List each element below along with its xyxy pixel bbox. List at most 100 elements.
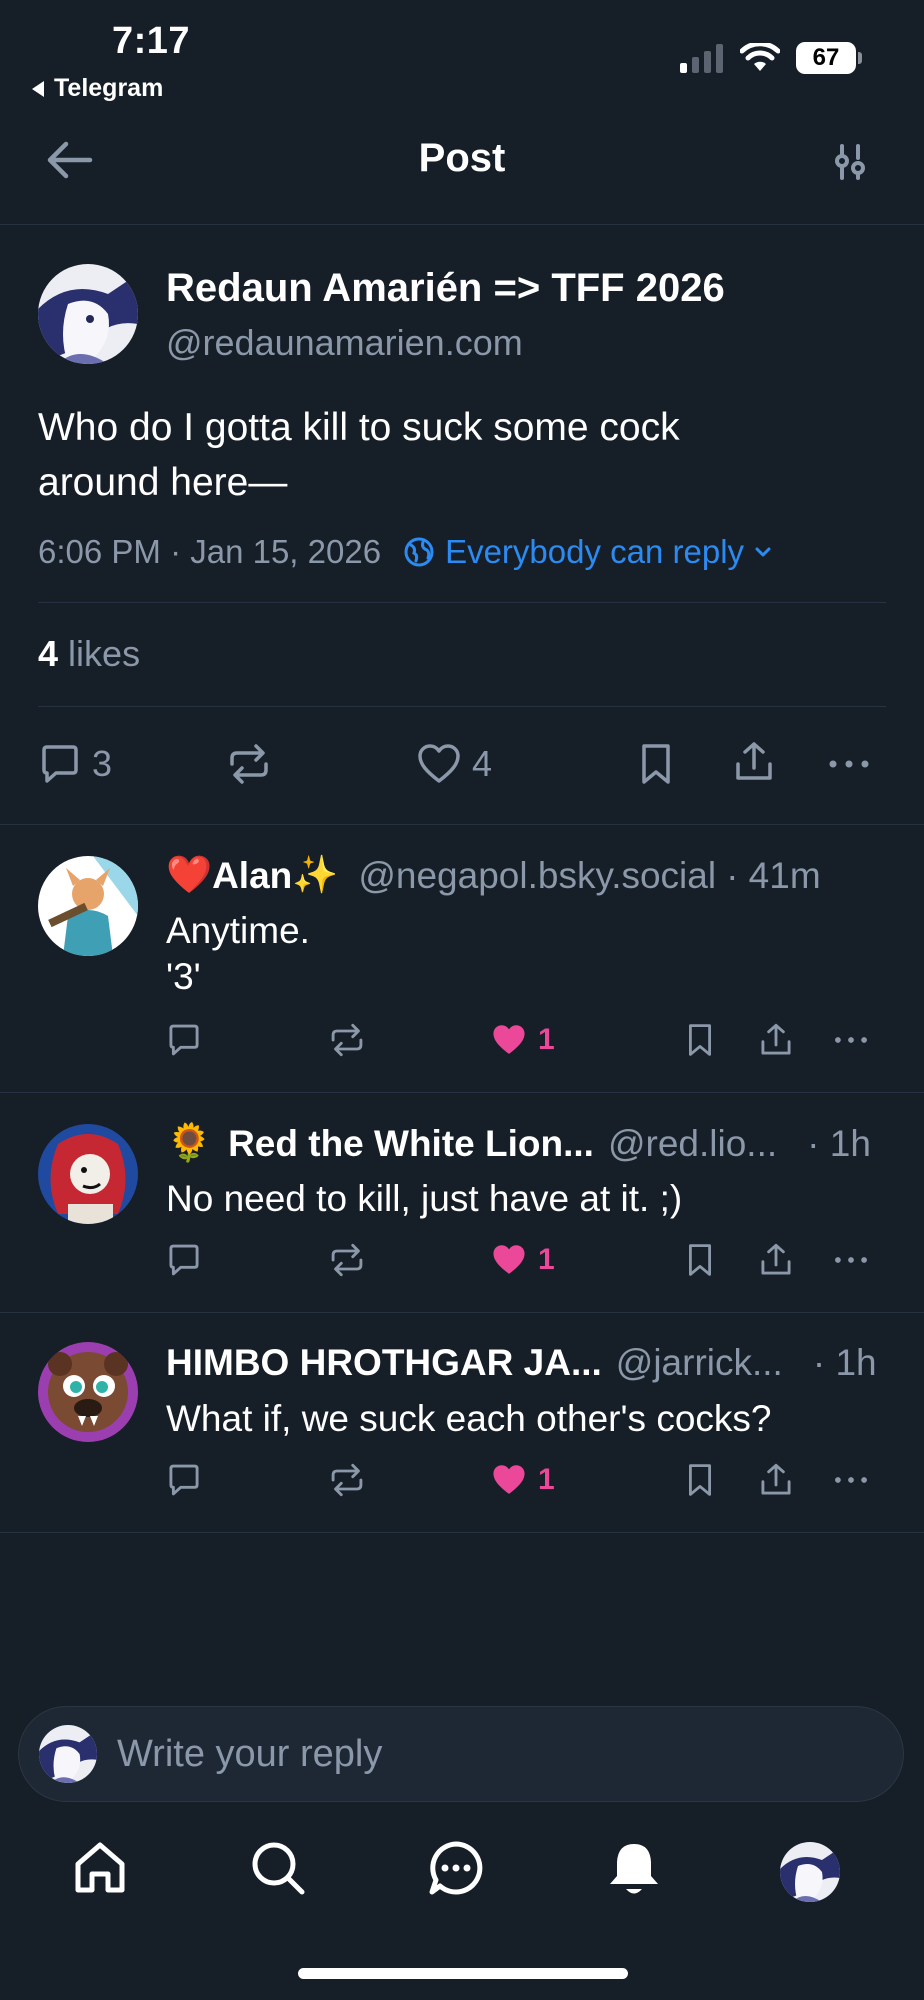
repost-icon xyxy=(328,1242,366,1278)
repost-button[interactable] xyxy=(328,1462,366,1498)
name-emoji: 🌻 xyxy=(166,1122,213,1163)
reply-count: 3 xyxy=(92,743,113,784)
reply-text-line: What if, we suck each other's cocks? xyxy=(166,1398,772,1439)
share-button[interactable] xyxy=(758,1242,794,1278)
repost-button[interactable] xyxy=(328,1242,366,1278)
back-to-telegram[interactable]: Telegram xyxy=(30,74,163,103)
reply-text: Anytime. '3' xyxy=(166,908,310,1000)
wifi-icon xyxy=(740,43,780,73)
sliders-icon[interactable] xyxy=(830,142,870,182)
ellipsis-icon xyxy=(832,1462,870,1498)
globe-icon xyxy=(403,536,435,568)
status-icons: 67 xyxy=(680,42,862,74)
share-button[interactable] xyxy=(732,740,776,784)
divider xyxy=(0,1092,924,1093)
reply-composer[interactable]: Write your reply xyxy=(18,1706,904,1802)
bell-icon[interactable] xyxy=(606,1840,662,1898)
reply-setting-button[interactable]: Everybody can reply xyxy=(403,533,772,571)
post-text-line: Who do I gotta kill to suck some cock xyxy=(38,406,680,449)
divider xyxy=(0,824,924,825)
ellipsis-icon xyxy=(826,742,872,786)
heart-filled-icon xyxy=(490,1462,528,1498)
heart-icon xyxy=(416,742,462,786)
comment-icon xyxy=(166,1462,202,1498)
share-icon xyxy=(758,1022,794,1058)
like-button[interactable]: 1 xyxy=(490,1022,555,1058)
ellipsis-icon xyxy=(832,1022,870,1058)
repost-icon xyxy=(328,1022,366,1058)
page-title: Post xyxy=(418,136,506,180)
reply-author-handle[interactable]: @negapol.bsky.social xyxy=(358,855,716,897)
more-button[interactable] xyxy=(832,1462,870,1498)
header-divider xyxy=(0,224,924,225)
battery-tip xyxy=(858,52,862,64)
like-count: 1 xyxy=(538,1023,555,1056)
reply-header: 🌻 Red the White Lion... @red.lio... · 1h xyxy=(166,1122,871,1165)
chat-icon[interactable] xyxy=(428,1840,484,1896)
reply-author-name[interactable]: HIMBO HROTHGAR JA... xyxy=(166,1342,602,1384)
author-avatar[interactable] xyxy=(38,264,138,364)
bookmark-icon xyxy=(684,1242,716,1278)
divider xyxy=(0,1532,924,1533)
reply-author-name[interactable]: Red the White Lion... xyxy=(228,1123,594,1165)
likes-count: 4 xyxy=(38,633,59,674)
bookmark-icon xyxy=(636,742,676,786)
heart-filled-icon xyxy=(490,1242,528,1278)
composer-placeholder: Write your reply xyxy=(117,1732,383,1775)
reply-author-handle[interactable]: @red.lio... xyxy=(608,1123,777,1165)
reply-button[interactable] xyxy=(166,1022,202,1058)
like-button[interactable]: 1 xyxy=(490,1462,555,1498)
profile-avatar[interactable] xyxy=(780,1842,840,1902)
reply-button[interactable] xyxy=(166,1242,202,1278)
more-button[interactable] xyxy=(826,742,872,786)
status-time: 7:17 xyxy=(112,20,191,62)
share-icon xyxy=(732,740,776,784)
share-button[interactable] xyxy=(758,1022,794,1058)
more-button[interactable] xyxy=(832,1022,870,1058)
battery-icon: 67 xyxy=(796,42,862,74)
bookmark-button[interactable] xyxy=(684,1462,716,1498)
author-handle[interactable]: @redaunamarien.com xyxy=(166,322,523,364)
ellipsis-icon xyxy=(832,1242,870,1278)
battery-level: 67 xyxy=(796,42,856,74)
share-button[interactable] xyxy=(758,1462,794,1498)
share-icon xyxy=(758,1242,794,1278)
repost-button[interactable] xyxy=(226,742,272,786)
reply-time: · 1h xyxy=(807,1122,871,1164)
divider xyxy=(0,1312,924,1313)
reply-button[interactable] xyxy=(166,1462,202,1498)
share-icon xyxy=(758,1462,794,1498)
author-name[interactable]: Redaun Amarién => TFF 2026 xyxy=(166,266,725,311)
more-button[interactable] xyxy=(832,1242,870,1278)
like-count: 4 xyxy=(472,743,493,784)
reply-avatar[interactable] xyxy=(38,1124,138,1224)
name-emoji: ❤️ xyxy=(166,854,213,895)
likes-label: likes xyxy=(68,633,141,674)
like-button[interactable]: 1 xyxy=(490,1242,555,1278)
reply-header: HIMBO HROTHGAR JA... @jarrick... · 1h xyxy=(166,1342,877,1384)
bookmark-button[interactable] xyxy=(684,1242,716,1278)
like-count: 1 xyxy=(538,1463,555,1496)
reply-avatar[interactable] xyxy=(38,856,138,956)
reply-text: No need to kill, just have at it. ;) xyxy=(166,1176,682,1222)
reply-avatar[interactable] xyxy=(38,1342,138,1442)
home-indicator xyxy=(298,1968,628,1979)
back-app-label: Telegram xyxy=(54,74,164,102)
search-icon[interactable] xyxy=(250,1840,306,1896)
bookmark-icon xyxy=(684,1462,716,1498)
likes-summary[interactable]: 4 likes xyxy=(38,633,140,675)
reply-button[interactable]: 3 xyxy=(38,742,112,786)
post-text: Who do I gotta kill to suck some cock ar… xyxy=(38,400,888,510)
home-icon[interactable] xyxy=(72,1840,128,1896)
divider xyxy=(38,602,886,603)
bookmark-button[interactable] xyxy=(636,742,676,786)
reply-text-line: Anytime. xyxy=(166,910,310,951)
repost-button[interactable] xyxy=(328,1022,366,1058)
repost-icon xyxy=(328,1462,366,1498)
reply-author-name[interactable]: Alan xyxy=(212,855,292,897)
comment-icon xyxy=(166,1242,202,1278)
like-button[interactable]: 4 xyxy=(416,742,492,786)
reply-setting-label: Everybody can reply xyxy=(445,533,745,570)
reply-author-handle[interactable]: @jarrick... xyxy=(616,1342,783,1384)
bookmark-button[interactable] xyxy=(684,1022,716,1058)
